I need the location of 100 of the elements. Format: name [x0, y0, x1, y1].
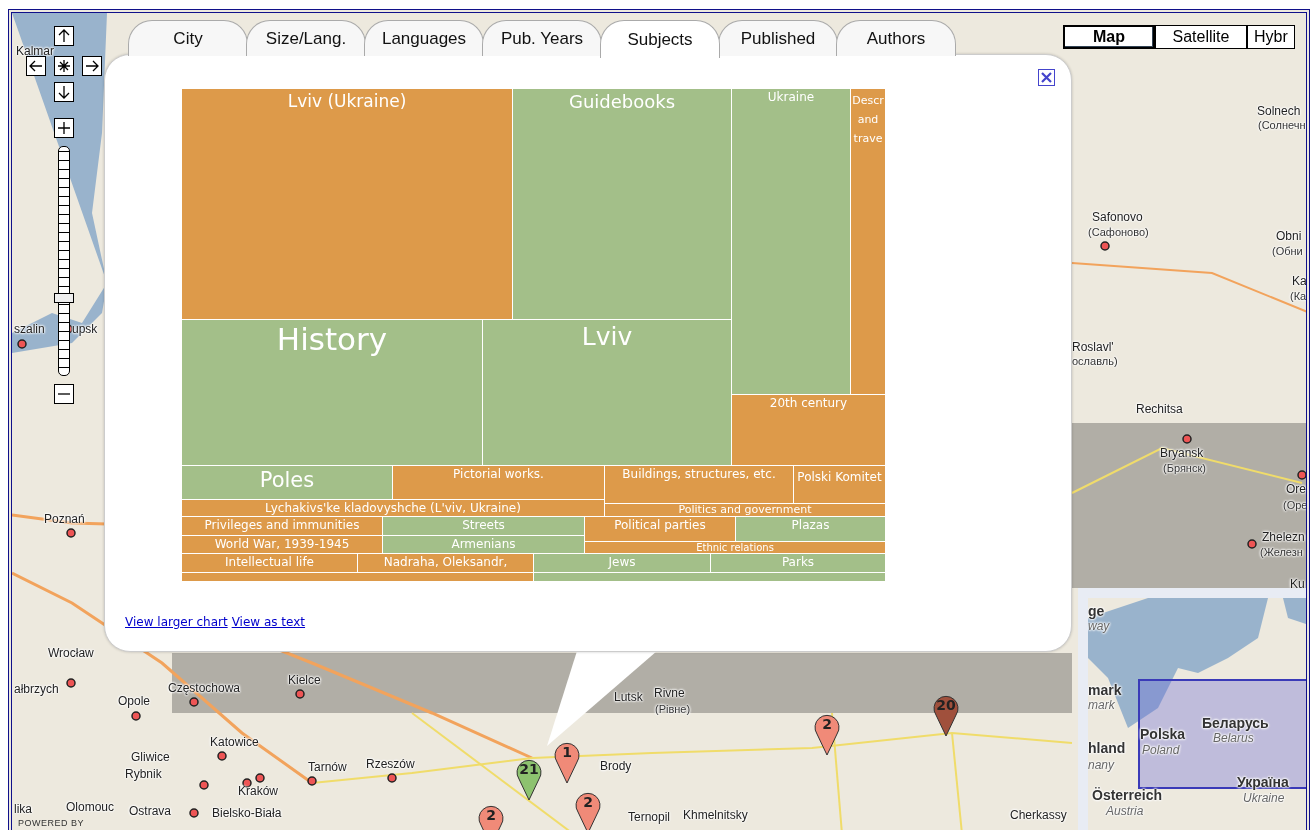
map-pin[interactable]	[575, 792, 601, 830]
map-pin[interactable]	[814, 714, 840, 756]
treemap-cell[interactable]: Plazas	[736, 517, 886, 542]
treemap-cell[interactable]: World War, 1939-1945	[182, 536, 383, 554]
treemap-cell[interactable]: Lviv	[483, 320, 732, 466]
treemap-cell[interactable]	[534, 573, 886, 582]
map-label: Bielsko-Biała	[212, 806, 282, 820]
pan-left-button[interactable]	[26, 56, 46, 76]
city-dot	[242, 778, 252, 788]
map-label: way	[1088, 619, 1110, 633]
treemap-cell[interactable]: Nadraha, Oleksandr,	[358, 554, 534, 573]
city-dot	[1247, 539, 1257, 549]
map-label: (Рівне)	[655, 703, 691, 715]
treemap-cell[interactable]: Politics and government	[605, 504, 886, 517]
map-label: Austria	[1106, 804, 1144, 818]
map-label: Україна	[1237, 774, 1289, 790]
treemap-cell[interactable]: Streets	[383, 517, 585, 536]
city-dot	[217, 751, 227, 761]
tab[interactable]: Published	[718, 20, 838, 56]
close-icon[interactable]	[1038, 69, 1055, 86]
map-type-button[interactable]: Hybr	[1247, 25, 1295, 49]
map-pin[interactable]	[933, 695, 959, 737]
treemap-cell[interactable]: 20th century	[732, 395, 886, 466]
treemap-cell[interactable]: Parks	[711, 554, 886, 573]
map-pin[interactable]	[478, 805, 504, 830]
treemap-cell[interactable]: Privileges and immunities	[182, 517, 383, 536]
map-label: ge	[1088, 603, 1105, 619]
tab[interactable]: Size/Lang.	[246, 20, 366, 56]
map-label: Österreich	[1092, 787, 1163, 803]
pan-center-icon	[57, 59, 71, 73]
pan-down-button[interactable]	[54, 82, 74, 102]
treemap-cell[interactable]: Jews	[534, 554, 711, 573]
zoom-in-button[interactable]	[54, 118, 74, 138]
pin-count: 2	[486, 808, 496, 823]
map-label: Rybnik	[125, 767, 162, 781]
view-link[interactable]: View as text	[231, 615, 306, 629]
map-label: Rivne	[654, 686, 685, 700]
map-label: (Солнечн	[1258, 119, 1306, 131]
map-pin[interactable]	[516, 759, 542, 801]
map-label: Беларусь	[1202, 715, 1269, 731]
map-credit: POWERED BY	[18, 818, 84, 828]
view-link[interactable]: View larger chart	[125, 615, 228, 629]
map-label: Solnech	[1257, 104, 1301, 118]
city-dot	[1182, 434, 1192, 444]
map-type-button[interactable]: Satellite	[1155, 25, 1247, 49]
treemap-cell[interactable]: Guidebooks	[513, 89, 732, 320]
tab[interactable]: City	[128, 20, 248, 56]
city-dot	[307, 776, 317, 786]
map-label: hland	[1088, 740, 1126, 756]
zoom-out-button[interactable]	[54, 384, 74, 404]
map-label: Tarnów	[308, 760, 347, 774]
treemap-cell[interactable]	[182, 573, 534, 582]
city-dot	[66, 528, 76, 538]
city-dot	[255, 773, 265, 783]
treemap-cell[interactable]: Lviv (Ukraine)	[182, 89, 513, 320]
zoom-in-icon	[57, 121, 71, 135]
map-label: lika	[14, 802, 32, 816]
map-label: Ore	[1286, 482, 1306, 496]
map-label: Olomouc	[66, 800, 115, 814]
city-dot	[189, 697, 199, 707]
pan-up-icon	[57, 29, 71, 43]
treemap-cell[interactable]: Ukraine	[732, 89, 851, 395]
map-label: Ka	[1292, 274, 1306, 288]
map-label: Zhelezn	[1262, 530, 1305, 544]
pan-center-button[interactable]	[54, 56, 74, 76]
map-label: Cherkassy	[1010, 808, 1067, 822]
treemap-cell[interactable]: Pictorial works.	[393, 466, 605, 500]
map-label: Lutsk	[614, 690, 643, 704]
treemap-cell[interactable]: Political parties	[585, 517, 736, 542]
map-label: Bryansk	[1160, 446, 1204, 460]
map-label: Rechitsa	[1136, 402, 1183, 416]
tab[interactable]: Languages	[364, 20, 484, 56]
map-label: Kalmar	[16, 44, 54, 58]
map-label: Kielce	[288, 673, 321, 687]
treemap-cell[interactable]: Descr and trave	[851, 89, 886, 395]
map-label: Poland	[1142, 743, 1180, 757]
pin-count: 20	[936, 698, 956, 713]
map-pin[interactable]	[554, 742, 580, 784]
treemap-cell[interactable]: Armenians	[383, 536, 585, 554]
map-label: Ostrava	[129, 804, 171, 818]
treemap-cell[interactable]: Poles	[182, 466, 393, 500]
pan-right-button[interactable]	[82, 56, 102, 76]
treemap-cell[interactable]: Lychakivs'ke kladovyshche (L'viv, Ukraine)	[182, 500, 605, 517]
tab[interactable]: Subjects	[600, 20, 720, 58]
map-label: Gliwice	[131, 750, 170, 764]
treemap-cell[interactable]: Ethnic relations	[585, 542, 886, 554]
tab[interactable]: Authors	[836, 20, 956, 56]
treemap-cell[interactable]: Buildings, structures, etc.	[605, 466, 794, 504]
treemap-cell[interactable]: History	[182, 320, 483, 466]
tab[interactable]: Pub. Years	[482, 20, 602, 56]
treemap-cell[interactable]: Intellectual life	[182, 554, 358, 573]
treemap-cell[interactable]: Polski Komitet	[794, 466, 886, 504]
map-label: szalin	[14, 322, 45, 336]
city-dot	[66, 678, 76, 688]
pin-count: 2	[583, 795, 593, 810]
zoom-slider-thumb[interactable]	[54, 293, 74, 304]
city-dot	[131, 711, 141, 721]
map-type-button[interactable]: Map	[1063, 25, 1155, 49]
map-label: ałbrzych	[14, 682, 59, 696]
pan-up-button[interactable]	[54, 26, 74, 46]
